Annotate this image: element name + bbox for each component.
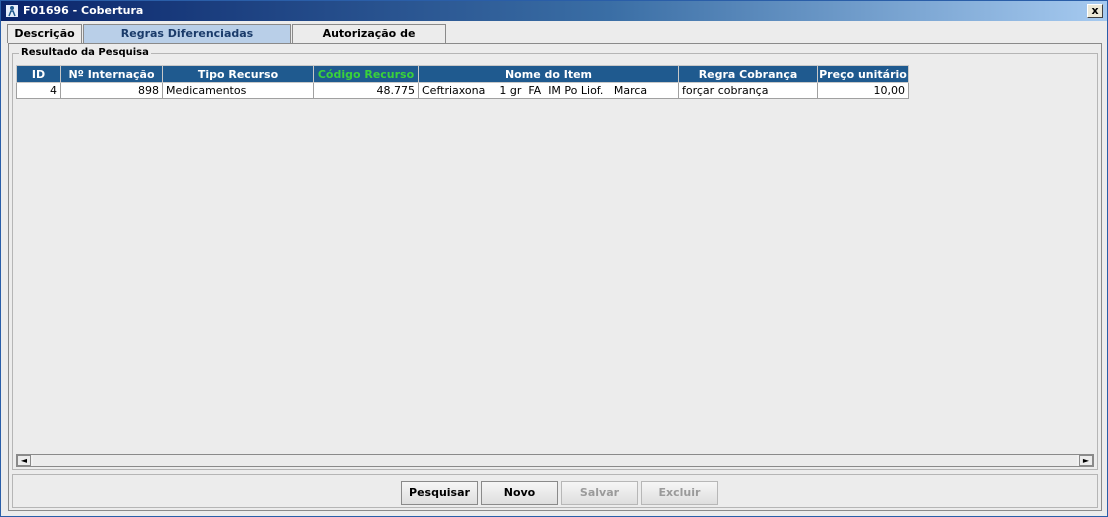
cell-id[interactable]: 4 — [16, 82, 61, 99]
tab-content-panel: Resultado da Pesquisa ID Nº Internação T… — [8, 43, 1102, 511]
window-title: F01696 - Cobertura — [23, 4, 144, 17]
pesquisar-button[interactable]: Pesquisar — [401, 481, 478, 505]
column-header-preco-unitario[interactable]: Preço unitário — [817, 65, 909, 83]
results-table-viewport: ID Nº Internação Tipo Recurso Código Rec… — [16, 65, 1094, 453]
table-row[interactable]: 4 898 Medicamentos 48.775 Ceftriaxona 1 … — [16, 82, 909, 99]
column-header-codigo-recurso[interactable]: Código Recurso — [313, 65, 419, 83]
horizontal-scrollbar[interactable]: ◄ ► — [16, 454, 1094, 467]
results-group-title: Resultado da Pesquisa — [19, 47, 151, 59]
cell-tipo-recurso[interactable]: Medicamentos — [162, 82, 314, 99]
column-header-tipo-recurso[interactable]: Tipo Recurso — [162, 65, 314, 83]
column-header-internacao[interactable]: Nº Internação — [60, 65, 163, 83]
novo-button[interactable]: Novo — [481, 481, 558, 505]
close-button[interactable]: x — [1087, 4, 1103, 18]
column-header-nome-item[interactable]: Nome do Item — [418, 65, 679, 83]
tab-strip: Descrição Regras Diferenciadas Faturamen… — [4, 24, 1104, 58]
results-table: ID Nº Internação Tipo Recurso Código Rec… — [16, 65, 909, 99]
tab-regras-diferenciadas-faturamento[interactable]: Regras Diferenciadas Faturamento — [83, 24, 291, 58]
scroll-left-icon[interactable]: ◄ — [17, 455, 31, 466]
cell-nome-item[interactable]: Ceftriaxona 1 gr FA IM Po Liof. Marca — [418, 82, 679, 99]
title-bar[interactable]: F01696 - Cobertura x — [1, 1, 1107, 21]
cell-regra-cobranca[interactable]: forçar cobrança — [678, 82, 818, 99]
action-button-bar: Pesquisar Novo Salvar Excluir — [12, 474, 1098, 508]
results-group: Resultado da Pesquisa ID Nº Internação T… — [12, 47, 1098, 470]
cell-internacao[interactable]: 898 — [60, 82, 163, 99]
cell-preco-unitario[interactable]: 10,00 — [817, 82, 909, 99]
column-header-regra-cobranca[interactable]: Regra Cobrança — [678, 65, 818, 83]
excluir-button[interactable]: Excluir — [641, 481, 718, 505]
salvar-button[interactable]: Salvar — [561, 481, 638, 505]
application-window: F01696 - Cobertura x Descrição Regras Di… — [0, 0, 1108, 517]
tab-descricao[interactable]: Descrição — [7, 24, 82, 43]
scroll-right-icon[interactable]: ► — [1079, 455, 1093, 466]
cell-codigo-recurso[interactable]: 48.775 — [313, 82, 419, 99]
table-header-row: ID Nº Internação Tipo Recurso Código Rec… — [16, 65, 909, 83]
tab-autorizacao-recursos[interactable]: Autorização de Recursos — [292, 24, 446, 58]
scrollbar-track[interactable] — [33, 455, 1077, 466]
column-header-id[interactable]: ID — [16, 65, 61, 83]
app-icon — [5, 4, 19, 18]
